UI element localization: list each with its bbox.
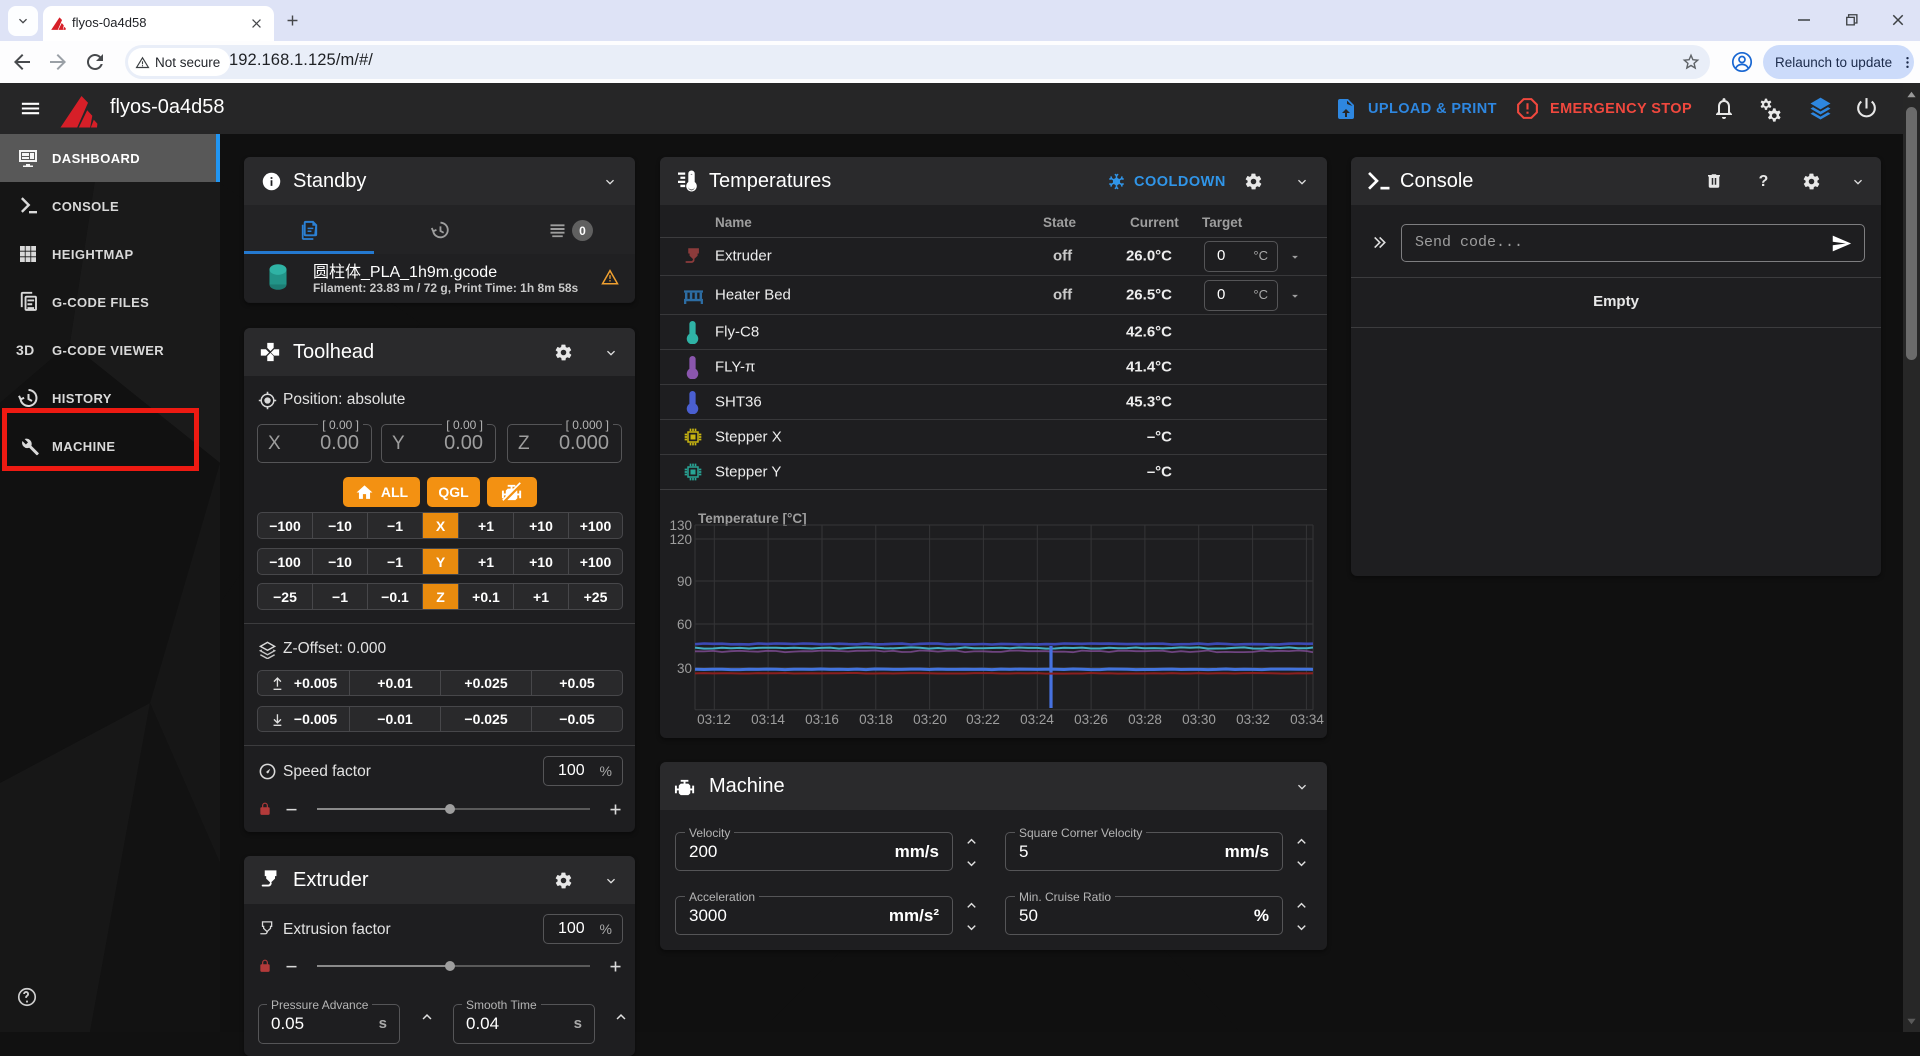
svg-text:03:20: 03:20 [913, 712, 947, 727]
svg-text:?: ? [1759, 173, 1769, 190]
svg-text:130: 130 [669, 518, 692, 533]
svg-text:03:12: 03:12 [697, 712, 731, 727]
svg-text:03:30: 03:30 [1182, 712, 1216, 727]
svg-text:60: 60 [677, 617, 692, 632]
svg-text:03:22: 03:22 [966, 712, 1000, 727]
svg-text:30: 30 [677, 661, 692, 676]
svg-text:120: 120 [669, 532, 692, 547]
svg-text:03:16: 03:16 [805, 712, 839, 727]
svg-text:03:18: 03:18 [859, 712, 893, 727]
svg-text:90: 90 [677, 574, 692, 589]
svg-text:03:32: 03:32 [1236, 712, 1270, 727]
svg-text:03:14: 03:14 [751, 712, 785, 727]
svg-text:Temperature [°C]: Temperature [°C] [698, 511, 807, 526]
svg-text:03:24: 03:24 [1020, 712, 1054, 727]
svg-text:03:26: 03:26 [1074, 712, 1108, 727]
svg-text:03:28: 03:28 [1128, 712, 1162, 727]
svg-text:03:34: 03:34 [1290, 712, 1324, 727]
